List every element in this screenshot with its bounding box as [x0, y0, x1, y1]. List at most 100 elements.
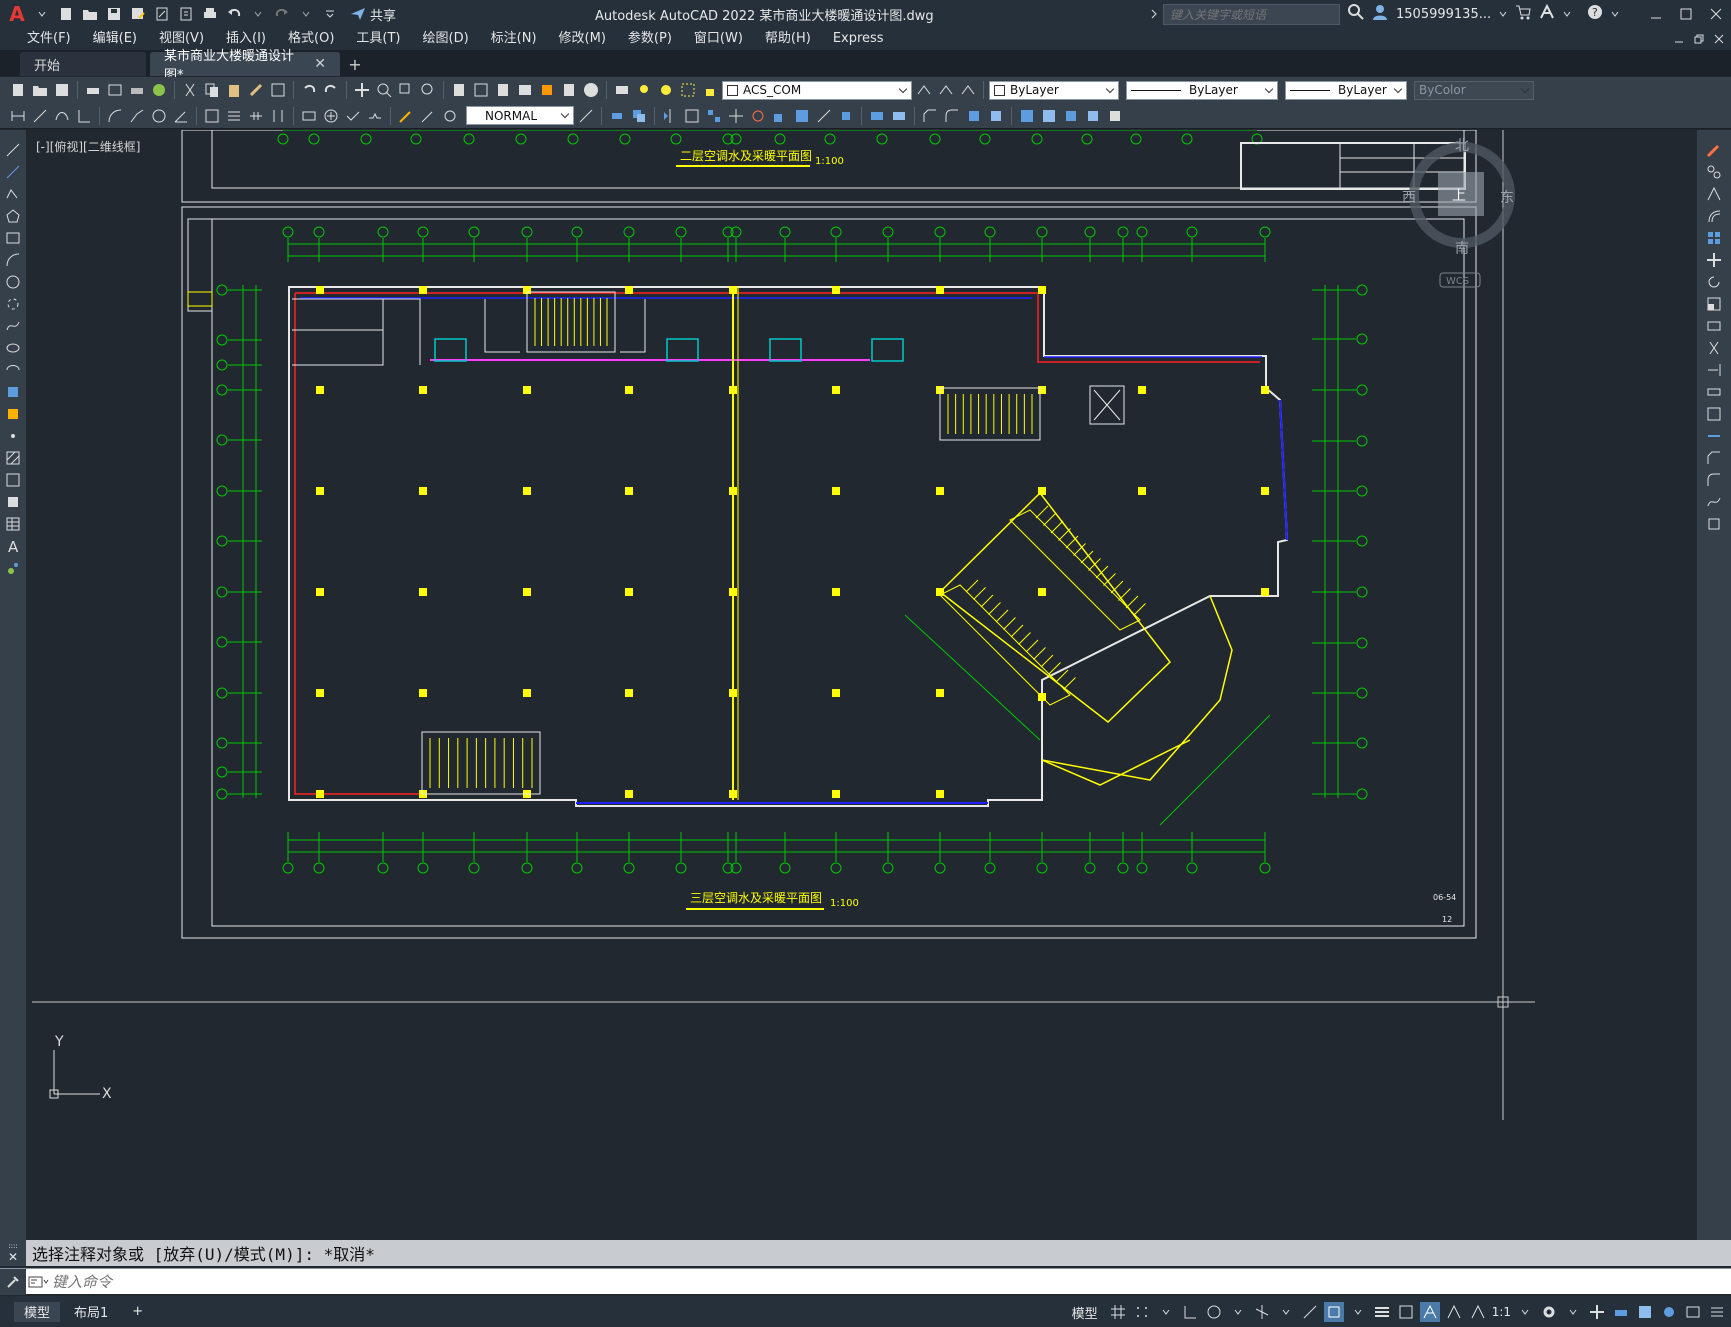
dim-text-edit-icon[interactable] — [418, 106, 438, 126]
recent-commands-icon[interactable] — [26, 1275, 52, 1289]
diameter-dim-icon[interactable] — [149, 106, 169, 126]
explode-tool-icon[interactable] — [1704, 514, 1724, 534]
user-icon[interactable] — [1372, 4, 1388, 24]
chamfer-icon[interactable] — [920, 106, 940, 126]
quick-properties-icon[interactable] — [1635, 1302, 1655, 1322]
menu-file[interactable]: 文件(F) — [16, 28, 82, 50]
mirror-icon[interactable] — [660, 106, 680, 126]
offset-icon[interactable] — [682, 106, 702, 126]
tool-palettes-icon[interactable] — [493, 80, 513, 100]
group-edit-icon[interactable] — [1061, 106, 1081, 126]
join-icon[interactable] — [889, 106, 909, 126]
model-space-button[interactable]: 模型 — [1066, 1303, 1104, 1322]
save-web-icon[interactable] — [176, 4, 196, 24]
lineweight-toggle-icon[interactable] — [1372, 1302, 1392, 1322]
command-line-grip[interactable]: :::: ✕ — [0, 1240, 26, 1266]
share-button[interactable]: 共享 — [344, 5, 402, 24]
mtext-icon[interactable]: A — [3, 536, 23, 556]
text-style-dropdown[interactable]: NORMAL — [466, 106, 574, 125]
redo-icon[interactable] — [272, 4, 292, 24]
object-snap-tracking-icon[interactable] — [1300, 1302, 1320, 1322]
isodraft-icon[interactable] — [1252, 1302, 1272, 1322]
blend-curves-icon[interactable] — [1704, 492, 1724, 512]
ellipse-icon[interactable] — [3, 338, 23, 358]
inspect-icon[interactable] — [343, 106, 363, 126]
quick-dim-icon[interactable] — [202, 106, 222, 126]
explode-icon[interactable] — [964, 106, 984, 126]
layer-dropdown[interactable]: ACS_COM — [722, 80, 912, 100]
tab-start[interactable]: 开始 — [20, 52, 146, 76]
menu-window[interactable]: 窗口(W) — [683, 28, 754, 50]
scale-icon[interactable] — [770, 106, 790, 126]
publish-icon[interactable] — [127, 80, 147, 100]
dim-style-icon[interactable] — [576, 106, 596, 126]
app-dropdown-icon[interactable] — [1563, 7, 1571, 22]
plot-toolbar-icon[interactable] — [83, 80, 103, 100]
layer-on-icon[interactable] — [634, 80, 654, 100]
arc-icon[interactable] — [3, 250, 23, 270]
add-selected-icon[interactable] — [3, 558, 23, 578]
layout-tab-layout1[interactable]: 布局1 — [64, 1302, 118, 1322]
jogged-linear-icon[interactable] — [365, 106, 385, 126]
search-input[interactable] — [1163, 4, 1340, 25]
polygon-icon[interactable] — [3, 206, 23, 226]
cut-icon[interactable] — [180, 80, 200, 100]
zoom-window-icon[interactable] — [396, 80, 416, 100]
minimize-icon[interactable] — [1641, 0, 1671, 28]
snap-dropdown-icon[interactable] — [1156, 1302, 1176, 1322]
customize-command-icon[interactable] — [0, 1268, 26, 1295]
menu-modify[interactable]: 修改(M) — [548, 28, 617, 50]
new-tab-button[interactable]: + — [344, 52, 366, 76]
annotation-scale-value[interactable]: 1:1 — [1492, 1305, 1511, 1319]
clean-screen-icon[interactable] — [1683, 1302, 1703, 1322]
group-icon[interactable] — [1017, 106, 1037, 126]
spline-icon[interactable] — [3, 316, 23, 336]
stretch-icon[interactable] — [792, 106, 812, 126]
paste-icon[interactable] — [224, 80, 244, 100]
scale-dropdown-icon[interactable] — [1515, 1302, 1535, 1322]
scale-tool-icon[interactable] — [1704, 294, 1724, 314]
cart-icon[interactable] — [1515, 4, 1531, 24]
customize-qat-icon[interactable] — [320, 4, 340, 24]
undo-toolbar-icon[interactable] — [299, 80, 319, 100]
autocad-logo-icon[interactable]: A — [6, 2, 28, 26]
command-input[interactable] — [52, 1270, 1652, 1293]
block-editor-icon[interactable] — [268, 80, 288, 100]
array-tool-icon[interactable] — [1704, 228, 1724, 248]
new-file-icon[interactable] — [56, 4, 76, 24]
viewport-controls-label[interactable]: [-][俯视][二维线框] — [36, 138, 140, 155]
markup-icon[interactable] — [537, 80, 557, 100]
save-icon[interactable] — [104, 4, 124, 24]
zoom-realtime-icon[interactable] — [374, 80, 394, 100]
menu-tools[interactable]: 工具(T) — [345, 28, 411, 50]
help-toolbar-icon[interactable] — [581, 80, 601, 100]
undo-dropdown-icon[interactable] — [248, 4, 268, 24]
array-icon[interactable] — [704, 106, 724, 126]
doc-minimize-icon[interactable] — [1671, 28, 1687, 50]
selection-cycling-icon[interactable] — [1396, 1302, 1416, 1322]
isolate-objects-icon[interactable] — [1659, 1302, 1679, 1322]
erase-tool-icon[interactable] — [1704, 140, 1724, 160]
fillet-icon[interactable] — [942, 106, 962, 126]
break-icon[interactable] — [867, 106, 887, 126]
drawing-canvas[interactable]: 二层空调水及采暖平面图 1:100 三层空调水及采暖平面图 1:100 06-54 12 X… — [32, 130, 1693, 1240]
close-command-line-icon[interactable]: ✕ — [8, 1250, 18, 1264]
trim-icon[interactable] — [814, 106, 834, 126]
tab-drawing[interactable]: 某市商业大楼暖通设计图* ✕ — [150, 49, 340, 83]
sheet-set-icon[interactable] — [515, 80, 535, 100]
dim-space-icon[interactable] — [268, 106, 288, 126]
copy-object-icon[interactable] — [629, 106, 649, 126]
radius-dim-icon[interactable] — [105, 106, 125, 126]
save-toolbar-icon[interactable] — [52, 80, 72, 100]
grid-icon[interactable] — [1108, 1302, 1128, 1322]
properties-icon[interactable] — [449, 80, 469, 100]
blend-icon[interactable] — [986, 106, 1006, 126]
app-menu-dropdown-icon[interactable] — [32, 4, 52, 24]
angular-dim-icon[interactable] — [171, 106, 191, 126]
open-file-icon[interactable] — [80, 4, 100, 24]
search-expand-icon[interactable] — [1150, 8, 1158, 23]
rotate-tool-icon[interactable] — [1704, 272, 1724, 292]
dim-edit-icon[interactable] — [396, 106, 416, 126]
join-tool-icon[interactable] — [1704, 426, 1724, 446]
layer-states-icon[interactable] — [958, 80, 978, 100]
